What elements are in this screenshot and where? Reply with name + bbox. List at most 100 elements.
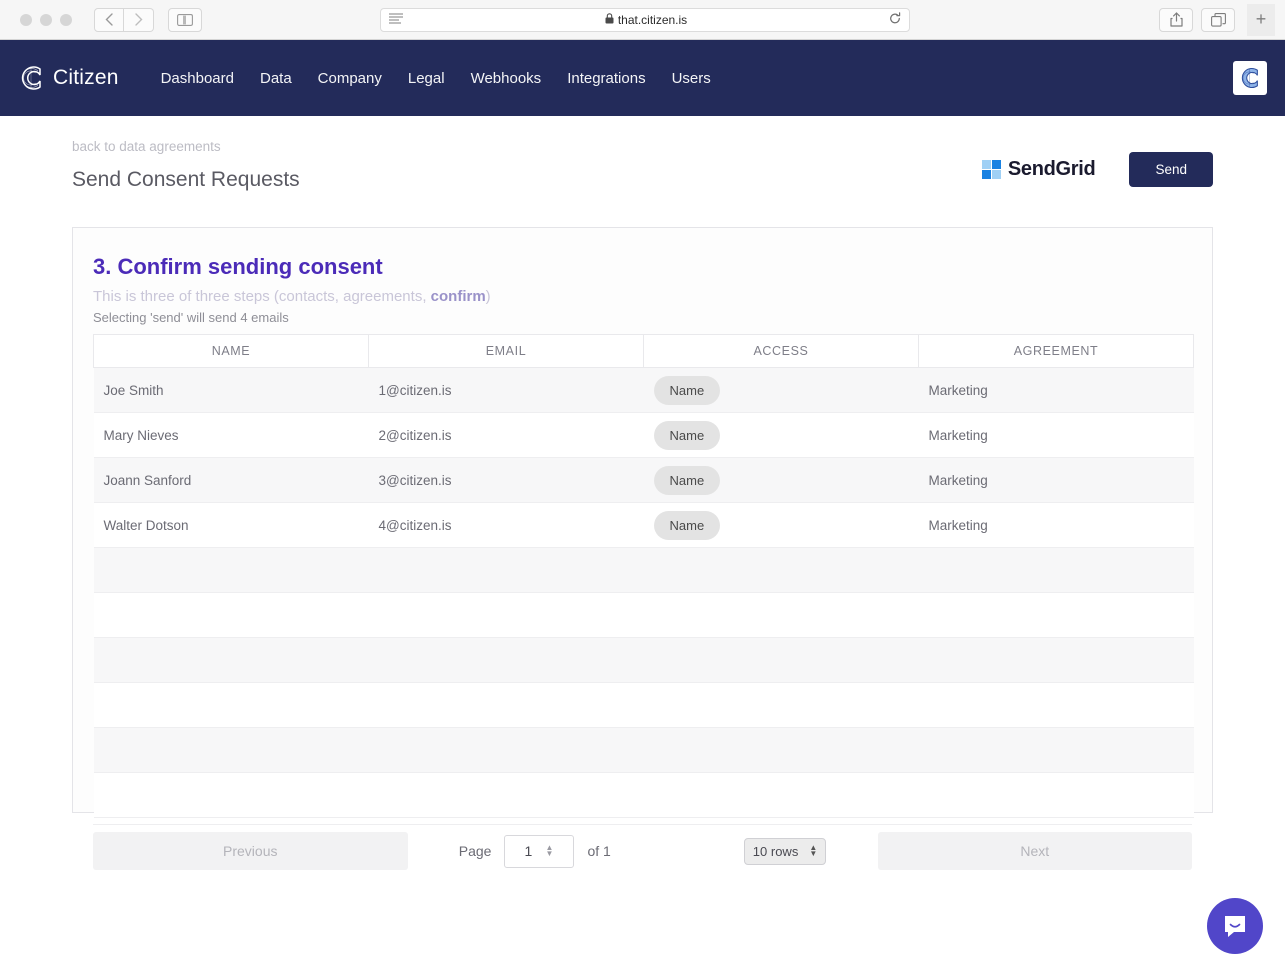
browser-right-controls: + xyxy=(1151,4,1275,36)
share-icon xyxy=(1170,12,1183,27)
table-row[interactable] xyxy=(94,638,1194,683)
cell-name: Walter Dotson xyxy=(94,503,369,548)
browser-chrome: that.citizen.is + xyxy=(0,0,1285,40)
access-pill[interactable]: Name xyxy=(654,511,721,540)
table-row[interactable] xyxy=(94,773,1194,818)
table-row[interactable] xyxy=(94,593,1194,638)
cell-name: Joann Sanford xyxy=(94,458,369,503)
cell-email: 3@citizen.is xyxy=(369,458,644,503)
table-row[interactable] xyxy=(94,548,1194,593)
card-subtitle-confirm: confirm xyxy=(431,288,486,305)
page-number-stepper[interactable]: ▲ ▼ xyxy=(504,835,574,868)
show-tabs-button[interactable] xyxy=(1201,8,1235,32)
sidebar-toggle-icon xyxy=(177,14,193,26)
app-navbar: Citizen Dashboard Data Company Legal Web… xyxy=(0,40,1285,116)
table-row[interactable] xyxy=(94,728,1194,773)
browser-navigation-buttons xyxy=(94,8,154,32)
table-row[interactable]: Mary Nieves2@citizen.isNameMarketing xyxy=(94,413,1194,458)
column-header-access[interactable]: ACCESS xyxy=(644,335,919,368)
card-subtitle-prefix: This is three of three steps (contacts, … xyxy=(93,288,431,305)
nav-link-company[interactable]: Company xyxy=(318,70,382,87)
table-row[interactable]: Joe Smith1@citizen.isNameMarketing xyxy=(94,368,1194,413)
address-bar[interactable]: that.citizen.is xyxy=(380,8,910,32)
table-row[interactable]: Walter Dotson4@citizen.isNameMarketing xyxy=(94,503,1194,548)
brand-name: Citizen xyxy=(53,66,119,90)
cell-email xyxy=(369,593,644,638)
cell-agreement xyxy=(919,773,1194,818)
sidebar-toggle-button[interactable] xyxy=(168,8,202,32)
cell-email: 4@citizen.is xyxy=(369,503,644,548)
cell-email: 1@citizen.is xyxy=(369,368,644,413)
nav-link-users[interactable]: Users xyxy=(672,70,711,87)
column-header-agreement[interactable]: AGREEMENT xyxy=(919,335,1194,368)
card-subtitle-suffix: ) xyxy=(486,288,491,305)
consent-table: NAME EMAIL ACCESS AGREEMENT Joe Smith1@c… xyxy=(93,334,1194,818)
nav-link-webhooks[interactable]: Webhooks xyxy=(471,70,542,87)
card-heading: 3. Confirm sending consent xyxy=(93,254,1192,280)
new-tab-button[interactable]: + xyxy=(1247,4,1275,36)
share-button[interactable] xyxy=(1159,8,1193,32)
brand[interactable]: Citizen xyxy=(18,63,119,93)
nav-link-legal[interactable]: Legal xyxy=(408,70,445,87)
intercom-launcher-button[interactable] xyxy=(1207,898,1263,954)
nav-link-dashboard[interactable]: Dashboard xyxy=(161,70,234,87)
card-subtitle: This is three of three steps (contacts, … xyxy=(93,288,1192,305)
reader-view-icon[interactable] xyxy=(389,13,403,26)
rows-per-page-select[interactable]: 10 rows ▲ ▼ xyxy=(744,838,826,865)
sendgrid-logo: SendGrid xyxy=(982,158,1096,181)
column-header-email[interactable]: EMAIL xyxy=(369,335,644,368)
access-pill[interactable]: Name xyxy=(654,421,721,450)
reload-icon[interactable] xyxy=(889,12,901,28)
cell-access: Name xyxy=(644,368,919,413)
lock-icon xyxy=(605,13,614,27)
access-pill[interactable]: Name xyxy=(654,376,721,405)
cell-agreement: Marketing xyxy=(919,413,1194,458)
cell-access: Name xyxy=(644,413,919,458)
cell-agreement xyxy=(919,728,1194,773)
nav-link-integrations[interactable]: Integrations xyxy=(567,70,645,87)
cell-name xyxy=(94,593,369,638)
previous-page-button[interactable]: Previous xyxy=(93,832,408,870)
nav-link-data[interactable]: Data xyxy=(260,70,292,87)
show-tabs-icon xyxy=(1211,13,1226,27)
next-page-button[interactable]: Next xyxy=(878,832,1193,870)
cell-email xyxy=(369,638,644,683)
header-actions: SendGrid Send xyxy=(982,152,1213,187)
back-to-data-agreements-link[interactable]: back to data agreements xyxy=(72,139,221,154)
cell-access xyxy=(644,638,919,683)
page-title: Send Consent Requests xyxy=(72,168,300,192)
citizen-c-logo xyxy=(18,63,45,93)
window-traffic-lights xyxy=(20,14,72,26)
confirm-card: 3. Confirm sending consent This is three… xyxy=(72,227,1213,813)
cell-agreement xyxy=(919,683,1194,728)
card-note: Selecting 'send' will send 4 emails xyxy=(93,310,1192,325)
page-total-label: of 1 xyxy=(587,843,610,859)
stepper-arrows-icon[interactable]: ▲ ▼ xyxy=(545,845,553,857)
cell-email: 2@citizen.is xyxy=(369,413,644,458)
cell-agreement: Marketing xyxy=(919,458,1194,503)
stepper-down-icon[interactable]: ▼ xyxy=(545,851,553,857)
table-head: NAME EMAIL ACCESS AGREEMENT xyxy=(94,335,1194,368)
maximize-window-button[interactable] xyxy=(60,14,72,26)
cell-access: Name xyxy=(644,458,919,503)
page-number-input[interactable] xyxy=(511,843,545,859)
avatar[interactable] xyxy=(1233,61,1267,95)
table-row[interactable]: Joann Sanford3@citizen.is Name Marketing xyxy=(94,458,1194,503)
back-button[interactable] xyxy=(94,8,124,32)
cell-name xyxy=(94,548,369,593)
cell-name xyxy=(94,728,369,773)
table-row[interactable] xyxy=(94,683,1194,728)
send-button[interactable]: Send xyxy=(1129,152,1213,187)
table-header-row: NAME EMAIL ACCESS AGREEMENT xyxy=(94,335,1194,368)
select-down-icon: ▼ xyxy=(809,851,817,857)
forward-button[interactable] xyxy=(124,8,154,32)
minimize-window-button[interactable] xyxy=(40,14,52,26)
column-header-name[interactable]: NAME xyxy=(94,335,369,368)
url-text: that.citizen.is xyxy=(618,13,687,27)
access-pill[interactable]: Name xyxy=(654,466,721,495)
citizen-c-avatar xyxy=(1238,65,1262,91)
close-window-button[interactable] xyxy=(20,14,32,26)
page-label: Page xyxy=(459,843,492,859)
page-content: back to data agreements Send Consent Req… xyxy=(0,116,1285,976)
cell-email xyxy=(369,728,644,773)
